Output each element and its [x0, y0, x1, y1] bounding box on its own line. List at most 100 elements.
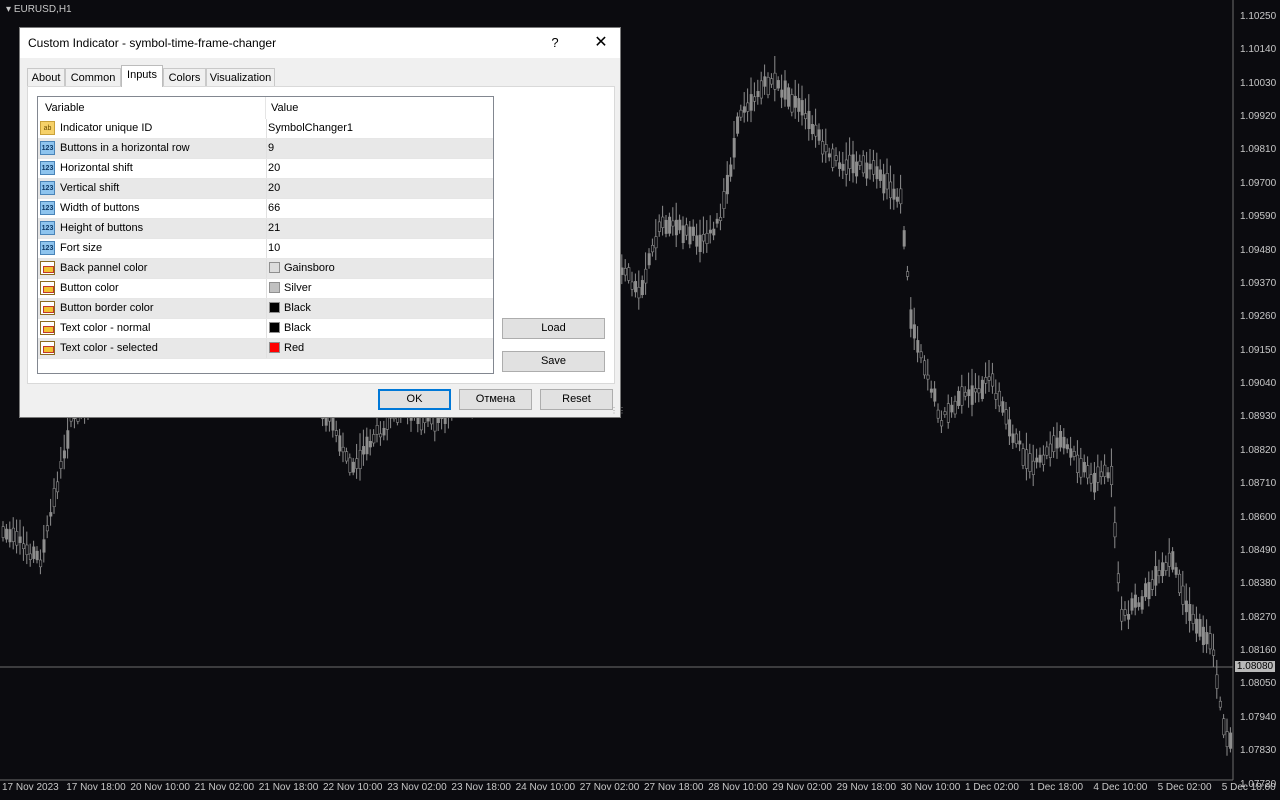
column-divider[interactable] [265, 97, 266, 119]
candle-body [1116, 573, 1120, 584]
column-header-value[interactable]: Value [271, 102, 298, 114]
input-row[interactable]: 123 Width of buttons 66 [38, 199, 493, 219]
candle-body [1140, 596, 1144, 610]
variable-value[interactable]: Black [284, 302, 311, 314]
candle-body [1229, 732, 1233, 749]
candle-body [698, 234, 702, 252]
cell-divider [266, 319, 267, 338]
candle-body [831, 148, 835, 168]
input-row[interactable]: 123 Height of buttons 21 [38, 219, 493, 239]
candle-body [994, 393, 998, 400]
save-button[interactable]: Save [502, 351, 605, 372]
variable-value[interactable]: 20 [268, 182, 280, 194]
price-tick-label: 1.09590 [1240, 211, 1277, 223]
candle-body [889, 181, 893, 199]
cell-divider [266, 299, 267, 318]
chart-menu-icon[interactable]: ▾ [6, 4, 11, 15]
candle-body [355, 458, 359, 469]
variable-value[interactable]: 10 [268, 242, 280, 254]
tab-visualization[interactable]: Visualization [206, 68, 275, 86]
candle-body [1157, 570, 1161, 577]
candle-body [858, 160, 862, 166]
candle-body [1133, 594, 1137, 608]
candle-body [1045, 446, 1049, 456]
candle-body [773, 72, 777, 90]
variable-value[interactable]: Red [284, 342, 304, 354]
input-row[interactable]: Text color - normal Black [38, 319, 493, 339]
input-row[interactable]: 123 Fort size 10 [38, 239, 493, 259]
variable-value[interactable]: SymbolChanger1 [268, 122, 353, 134]
price-tick-label: 1.10140 [1240, 44, 1277, 56]
candle-body [804, 113, 808, 120]
color-swatch[interactable] [269, 342, 280, 353]
candle-body [865, 162, 869, 179]
candle-body [739, 109, 743, 118]
variable-value[interactable]: 66 [268, 202, 280, 214]
variable-value[interactable]: Gainsboro [284, 262, 335, 274]
symbol-text: EURUSD,H1 [13, 4, 72, 15]
variable-value[interactable]: 9 [268, 142, 274, 154]
tab-common[interactable]: Common [65, 68, 121, 86]
ok-button[interactable]: OK [378, 389, 451, 410]
current-price-badge: 1.08080 [1235, 661, 1275, 672]
color-swatch[interactable] [269, 282, 280, 293]
tab-colors[interactable]: Colors [163, 68, 206, 86]
variable-value[interactable]: Black [284, 322, 311, 334]
candle-body [980, 379, 984, 399]
candle-body [637, 286, 641, 299]
candle-body [1093, 472, 1097, 493]
candle-body [1212, 649, 1216, 656]
help-button[interactable]: ? [540, 32, 570, 54]
tab-inputs[interactable]: Inputs [121, 65, 163, 87]
dialog-titlebar[interactable]: Custom Indicator - symbol-time-frame-cha… [20, 28, 620, 58]
candle-body [763, 76, 767, 87]
color-swatch[interactable] [269, 262, 280, 273]
candle-body [899, 188, 903, 205]
candle-body [1147, 582, 1151, 600]
input-row[interactable]: 123 Vertical shift 20 [38, 179, 493, 199]
candle-body [1011, 433, 1015, 443]
candle-body [838, 162, 842, 169]
close-button[interactable]: ✕ [586, 32, 616, 54]
column-header-variable[interactable]: Variable [45, 102, 85, 114]
input-row[interactable]: Text color - selected Red [38, 339, 493, 359]
candle-body [736, 116, 740, 134]
candle-body [1001, 401, 1005, 413]
resize-grip-icon[interactable]: ⋮⋮ [610, 406, 626, 416]
price-tick-label: 1.09150 [1240, 344, 1277, 356]
tab-about[interactable]: About [27, 68, 65, 86]
candle-body [1167, 552, 1171, 567]
load-button[interactable]: Load [502, 318, 605, 339]
cancel-button[interactable]: Отмена [459, 389, 532, 410]
candle-body [379, 433, 383, 438]
candle-body [943, 411, 947, 415]
variable-value[interactable]: Silver [284, 282, 312, 294]
input-row[interactable]: ab Indicator unique ID SymbolChanger1 [38, 119, 493, 139]
input-row[interactable]: Button color Silver [38, 279, 493, 299]
input-row[interactable]: Back pannel color Gainsboro [38, 259, 493, 279]
candle-body [1225, 731, 1229, 748]
candle-body [1150, 579, 1154, 590]
candle-body [895, 196, 899, 202]
input-row[interactable]: Button border color Black [38, 299, 493, 319]
candle-body [623, 267, 627, 276]
color-type-icon [40, 261, 55, 275]
input-row[interactable]: 123 Horizontal shift 20 [38, 159, 493, 179]
variable-value[interactable]: 20 [268, 162, 280, 174]
input-row[interactable]: 123 Buttons in a horizontal row 9 [38, 139, 493, 159]
candle-body [844, 159, 848, 175]
candle-body [681, 225, 685, 244]
color-swatch[interactable] [269, 302, 280, 313]
reset-button[interactable]: Reset [540, 389, 613, 410]
price-tick-label: 1.08710 [1240, 478, 1277, 490]
candle-body [671, 220, 675, 227]
candle-body [56, 481, 60, 493]
candle-body [695, 235, 699, 247]
color-swatch[interactable] [269, 322, 280, 333]
candle-body [1174, 567, 1178, 575]
time-tick-label: 29 Nov 18:00 [836, 782, 897, 793]
color-type-icon [40, 301, 55, 315]
candle-body [341, 446, 345, 453]
candle-body [810, 124, 814, 135]
variable-value[interactable]: 21 [268, 222, 280, 234]
